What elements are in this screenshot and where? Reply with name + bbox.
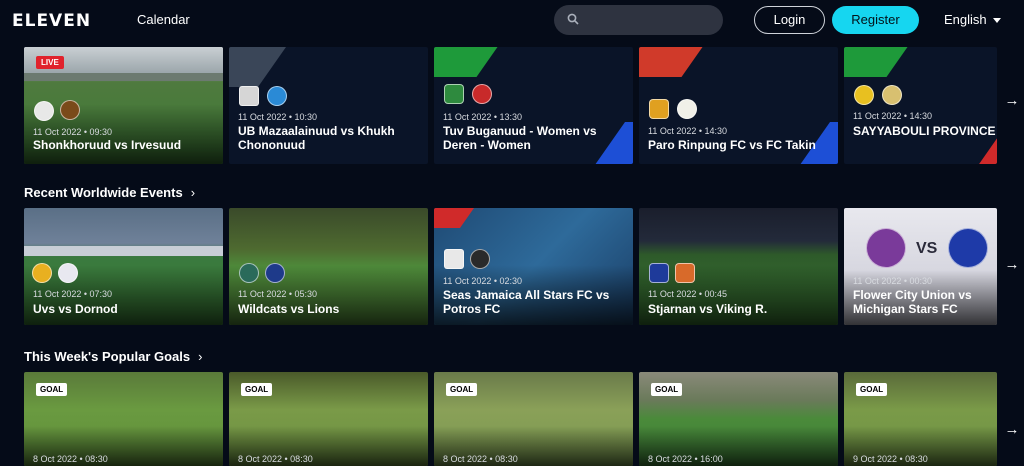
event-card[interactable]: 11 Oct 2022 • 07:30 Uvs vs Dornod <box>24 208 223 325</box>
away-team-crest <box>677 99 697 119</box>
goal-date: 9 Oct 2022 • 08:30 <box>853 454 928 464</box>
search-input[interactable] <box>554 5 723 35</box>
home-team-crest <box>866 228 906 268</box>
home-team-crest <box>854 85 874 105</box>
goal-badge: GOAL <box>241 383 273 396</box>
goal-card[interactable]: GOAL 8 Oct 2022 • 08:30 <box>24 372 223 466</box>
event-title: Paro Rinpung FC vs FC Takin <box>648 138 816 152</box>
goal-badge: GOAL <box>651 383 683 396</box>
section-title-recent[interactable]: Recent Worldwide Events › <box>24 185 195 200</box>
search-icon <box>567 13 579 25</box>
next-arrow-icon[interactable]: → <box>1004 93 1020 109</box>
event-date: 11 Oct 2022 • 14:30 <box>853 111 933 121</box>
event-title: Seas Jamaica All Stars FC vs Potros FC <box>443 288 610 316</box>
live-row: LIVE 11 Oct 2022 • 09:30 Shonkhoruud vs … <box>0 47 1024 164</box>
event-title: Wildcats vs Lions <box>238 302 340 316</box>
event-date: 11 Oct 2022 • 07:30 <box>33 289 113 299</box>
event-card[interactable]: 11 Oct 2022 • 10:30 UB Mazaalainuud vs K… <box>229 47 428 164</box>
recent-row: 11 Oct 2022 • 07:30 Uvs vs Dornod 11 Oct… <box>0 208 1024 325</box>
event-card[interactable]: LIVE 11 Oct 2022 • 09:30 Shonkhoruud vs … <box>24 47 223 164</box>
home-team-crest <box>34 101 54 121</box>
goal-badge: GOAL <box>36 383 68 396</box>
event-card[interactable]: 11 Oct 2022 • 14:30 Paro Rinpung FC vs F… <box>639 47 838 164</box>
away-team-crest <box>267 86 287 106</box>
away-team-crest <box>472 84 492 104</box>
goal-badge: GOAL <box>856 383 888 396</box>
next-arrow-icon[interactable]: → <box>1004 257 1020 273</box>
login-button[interactable]: Login <box>754 6 825 34</box>
event-date: 11 Oct 2022 • 05:30 <box>238 289 318 299</box>
goal-date: 8 Oct 2022 • 08:30 <box>443 454 518 464</box>
event-title: SAYYABOULI PROVINCE vs Luang Prabang Pro… <box>853 124 997 138</box>
goal-card[interactable]: GOAL 8 Oct 2022 • 08:30 <box>229 372 428 466</box>
home-team-crest <box>239 86 259 106</box>
section-label: This Week's Popular Goals <box>24 349 191 364</box>
goal-badge: GOAL <box>446 383 478 396</box>
event-card[interactable]: 11 Oct 2022 • 02:30 Seas Jamaica All Sta… <box>434 208 633 325</box>
event-title: Tuv Buganuud - Women vs Deren - Women <box>443 124 597 152</box>
event-date: 11 Oct 2022 • 14:30 <box>648 126 728 136</box>
event-date: 11 Oct 2022 • 00:45 <box>648 289 728 299</box>
vs-label: VS <box>916 240 938 257</box>
event-card[interactable]: 11 Oct 2022 • 05:30 Wildcats vs Lions <box>229 208 428 325</box>
event-date: 11 Oct 2022 • 10:30 <box>238 112 318 122</box>
language-label: English <box>944 12 987 27</box>
next-arrow-icon[interactable]: → <box>1004 422 1020 438</box>
event-title: Shonkhoruud vs Irvesuud <box>33 138 182 152</box>
home-team-crest <box>444 249 464 269</box>
away-team-crest <box>948 228 988 268</box>
event-card[interactable]: VS 11 Oct 2022 • 00:30 Flower City Union… <box>844 208 997 325</box>
register-button[interactable]: Register <box>832 6 919 34</box>
live-badge: LIVE <box>36 56 64 69</box>
event-date: 11 Oct 2022 • 00:30 <box>853 276 933 286</box>
event-title: UB Mazaalainuud vs Khukh Chononuud <box>238 124 395 152</box>
event-title: Flower City Union vs Michigan Stars FC <box>853 288 972 316</box>
event-title: Stjarnan vs Viking R. <box>648 302 768 316</box>
home-team-crest <box>649 99 669 119</box>
chevron-right-icon: › <box>190 185 196 200</box>
section-label: Recent Worldwide Events <box>24 185 183 200</box>
goal-card[interactable]: GOAL 9 Oct 2022 • 08:30 <box>844 372 997 466</box>
away-team-crest <box>882 85 902 105</box>
top-bar: ELEVEN Calendar Login Register English <box>0 0 1024 40</box>
event-card[interactable]: 11 Oct 2022 • 14:30 SAYYABOULI PROVINCE … <box>844 47 997 164</box>
goal-date: 8 Oct 2022 • 08:30 <box>238 454 313 464</box>
away-team-crest <box>58 263 78 283</box>
away-team-crest <box>675 263 695 283</box>
goal-date: 8 Oct 2022 • 08:30 <box>33 454 108 464</box>
event-date: 11 Oct 2022 • 09:30 <box>33 127 113 137</box>
event-card[interactable]: 11 Oct 2022 • 00:45 Stjarnan vs Viking R… <box>639 208 838 325</box>
home-team-crest <box>444 84 464 104</box>
goals-row: GOAL 8 Oct 2022 • 08:30 GOAL 8 Oct 2022 … <box>0 372 1024 466</box>
chevron-down-icon <box>992 18 1001 24</box>
goal-card[interactable]: GOAL 8 Oct 2022 • 08:30 <box>434 372 633 466</box>
logo[interactable]: ELEVEN <box>12 11 91 31</box>
event-title: Uvs vs Dornod <box>33 302 118 316</box>
event-date: 11 Oct 2022 • 13:30 <box>443 112 523 122</box>
nav-calendar-link[interactable]: Calendar <box>137 12 190 27</box>
section-title-goals[interactable]: This Week's Popular Goals › <box>24 349 202 364</box>
goal-card[interactable]: GOAL 8 Oct 2022 • 16:00 <box>639 372 838 466</box>
away-team-crest <box>470 249 490 269</box>
event-card[interactable]: 11 Oct 2022 • 13:30 Tuv Buganuud - Women… <box>434 47 633 164</box>
language-selector[interactable]: English <box>944 12 1001 27</box>
home-team-crest <box>32 263 52 283</box>
home-team-crest <box>649 263 669 283</box>
away-team-crest <box>60 100 80 120</box>
goal-date: 8 Oct 2022 • 16:00 <box>648 454 723 464</box>
event-date: 11 Oct 2022 • 02:30 <box>443 276 523 286</box>
home-team-crest <box>239 263 259 283</box>
chevron-right-icon: › <box>198 349 203 364</box>
away-team-crest <box>265 263 285 283</box>
